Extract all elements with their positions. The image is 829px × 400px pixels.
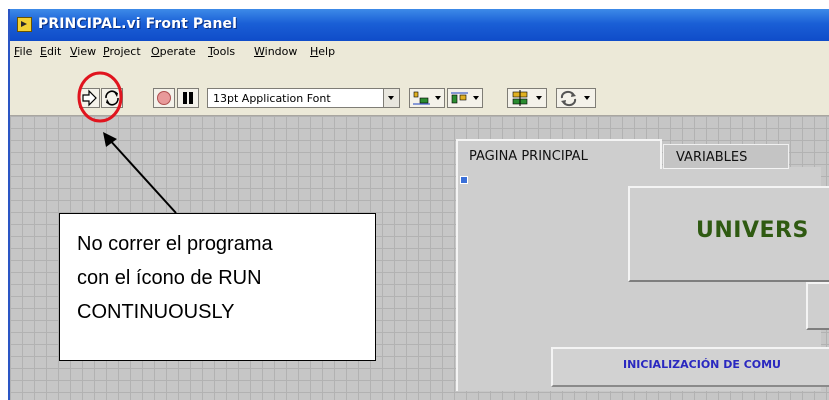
- reorder-button[interactable]: [556, 88, 596, 108]
- toolbar: 13pt Application Font: [10, 61, 829, 116]
- pause-icon: [183, 92, 193, 104]
- menu-help[interactable]: Help: [310, 45, 335, 58]
- university-title-label: UNIVERS: [696, 218, 809, 243]
- tab-pagina-principal[interactable]: PAGINA PRINCIPAL: [456, 139, 662, 169]
- menu-operate[interactable]: Operate: [151, 45, 196, 58]
- abort-button[interactable]: [153, 88, 175, 108]
- run-continuously-button[interactable]: [101, 88, 123, 108]
- resize-icon: [512, 90, 542, 106]
- reorder-icon: [560, 90, 590, 107]
- panel-button[interactable]: [806, 282, 829, 330]
- university-title-button[interactable]: UNIVERS: [628, 186, 829, 282]
- menu-edit[interactable]: Edit: [40, 45, 61, 58]
- menu-window[interactable]: Window: [254, 45, 297, 58]
- chevron-down-icon[interactable]: [383, 89, 399, 107]
- run-continuously-icon: [105, 90, 119, 106]
- init-comm-label: INICIALIZACIÓN DE COMU: [623, 358, 781, 371]
- callout-line-3: CONTINUOUSLY: [77, 301, 235, 323]
- run-icon: [82, 89, 97, 107]
- menu-bar: File Edit View Project Operate Tools Win…: [10, 41, 829, 61]
- distribute-icon: [451, 92, 479, 104]
- window-title: PRINCIPAL.vi Front Panel: [38, 16, 238, 32]
- align-icon: [413, 91, 441, 105]
- labview-vi-icon: [17, 17, 32, 32]
- abort-icon: [157, 91, 171, 105]
- annotation-callout: No correr el programa con el ícono de RU…: [59, 213, 376, 361]
- selection-handle[interactable]: [460, 176, 468, 184]
- callout-line-1: No correr el programa: [77, 233, 273, 255]
- pause-button[interactable]: [177, 88, 199, 108]
- menu-tools[interactable]: Tools: [208, 45, 235, 58]
- align-objects-button[interactable]: [409, 88, 445, 108]
- font-select[interactable]: 13pt Application Font: [207, 88, 400, 108]
- distribute-objects-button[interactable]: [447, 88, 483, 108]
- menu-project[interactable]: Project: [103, 45, 141, 58]
- init-comm-button[interactable]: INICIALIZACIÓN DE COMU: [551, 347, 829, 387]
- tab-variables[interactable]: VARIABLES: [663, 144, 789, 169]
- resize-objects-button[interactable]: [507, 88, 547, 108]
- callout-line-2: con el ícono de RUN: [77, 267, 262, 289]
- run-button[interactable]: [79, 88, 100, 108]
- title-bar[interactable]: PRINCIPAL.vi Front Panel: [10, 9, 829, 41]
- font-select-value: 13pt Application Font: [213, 92, 331, 105]
- menu-file[interactable]: File: [14, 45, 32, 58]
- menu-view[interactable]: View: [70, 45, 96, 58]
